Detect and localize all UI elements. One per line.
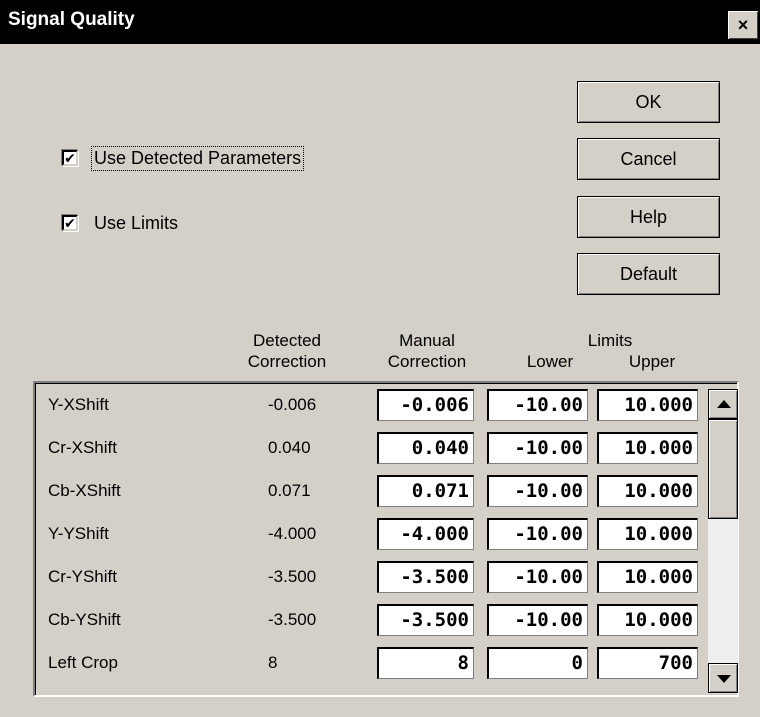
detected-value: 0.071 [268, 481, 311, 500]
ok-button[interactable]: OK [577, 81, 720, 123]
upper-limit-input[interactable]: 10.000 [597, 561, 698, 593]
scroll-up-button[interactable] [708, 389, 738, 419]
default-button[interactable]: Default [577, 253, 720, 295]
upper-limit-input[interactable]: 10.000 [597, 475, 698, 507]
lower-header: Lower [526, 352, 574, 371]
manual-correction-input[interactable]: -0.006 [377, 389, 474, 421]
arrow-down-icon [717, 675, 731, 683]
table-row: Cr-XShift 0.040 0.040 -10.00 10.000 [36, 427, 706, 470]
parameter-name: Cb-YShift [48, 610, 121, 629]
use-limits-checkbox[interactable]: ✔ [62, 215, 78, 231]
lower-limit-input[interactable]: -10.00 [487, 518, 588, 550]
manual-header: Manual Correction [362, 330, 492, 372]
manual-correction-input[interactable]: 0.071 [377, 475, 474, 507]
detected-header-line2: Correction [247, 352, 327, 371]
parameter-name: Y-YShift [48, 524, 109, 543]
checkmark-icon: ✔ [64, 215, 76, 231]
scroll-down-button[interactable] [708, 663, 738, 693]
table-row: Y-YShift -4.000 -4.000 -10.00 10.000 [36, 513, 706, 556]
arrow-up-icon [717, 400, 731, 408]
use-limits-label[interactable]: Use Limits [92, 212, 180, 235]
lower-limit-input[interactable]: 0 [487, 647, 588, 679]
manual-correction-input[interactable]: -4.000 [377, 518, 474, 550]
close-button[interactable]: × [728, 11, 758, 39]
use-detected-parameters-option[interactable]: ✔ Use Detected Parameters [62, 145, 305, 171]
parameter-name: Left Crop [48, 653, 118, 672]
manual-correction-input[interactable]: -3.500 [377, 561, 474, 593]
close-icon: × [737, 15, 749, 35]
table-row: Cr-YShift -3.500 -3.500 -10.00 10.000 [36, 556, 706, 599]
parameter-name: Cr-XShift [48, 438, 117, 457]
title-bar[interactable]: Signal Quality × [0, 0, 760, 44]
use-limits-option[interactable]: ✔ Use Limits [62, 211, 180, 235]
manual-header-line1: Manual [399, 331, 455, 350]
detected-header-line1: Detected [252, 331, 322, 350]
parameter-name: Cr-YShift [48, 567, 117, 586]
parameter-name: Y-XShift [48, 395, 109, 414]
table-row: Cb-XShift 0.071 0.071 -10.00 10.000 [36, 470, 706, 513]
parameters-grid: Y-XShift -0.006 -0.006 -10.00 10.000 Cr-… [33, 381, 739, 697]
signal-quality-dialog: Signal Quality × ✔ Use Detected Paramete… [0, 0, 760, 717]
detected-value: -3.500 [268, 567, 317, 586]
upper-limit-input[interactable]: 10.000 [597, 604, 698, 636]
parameter-name: Cb-XShift [48, 481, 121, 500]
detected-value: 0.040 [268, 438, 311, 457]
detected-value: -4.000 [268, 524, 317, 543]
manual-correction-input[interactable]: -3.500 [377, 604, 474, 636]
vertical-scrollbar[interactable] [708, 389, 738, 693]
manual-correction-input[interactable]: 8 [377, 647, 474, 679]
table-row: Cb-YShift -3.500 -3.500 -10.00 10.000 [36, 599, 706, 642]
upper-limit-input[interactable]: 10.000 [597, 518, 698, 550]
checkmark-icon: ✔ [64, 150, 76, 166]
manual-header-line2: Correction [387, 352, 467, 371]
use-detected-parameters-checkbox[interactable]: ✔ [62, 150, 78, 166]
table-row: Left Crop 8 8 0 700 [36, 642, 706, 685]
detected-value: -3.500 [268, 610, 317, 629]
detected-value: 8 [268, 653, 278, 672]
upper-limit-input[interactable]: 10.000 [597, 432, 698, 464]
scroll-thumb[interactable] [708, 419, 738, 519]
lower-limit-input[interactable]: -10.00 [487, 432, 588, 464]
cancel-button[interactable]: Cancel [577, 138, 720, 180]
lower-limit-input[interactable]: -10.00 [487, 561, 588, 593]
use-detected-parameters-label[interactable]: Use Detected Parameters [90, 145, 305, 171]
table-row: Y-XShift -0.006 -0.006 -10.00 10.000 [36, 384, 706, 427]
limits-header: Limits [587, 331, 633, 350]
help-button[interactable]: Help [577, 196, 720, 238]
detected-header: Detected Correction [222, 330, 352, 372]
upper-header: Upper [628, 352, 676, 371]
upper-limit-input[interactable]: 700 [597, 647, 698, 679]
window-title: Signal Quality [8, 9, 135, 30]
lower-limit-input[interactable]: -10.00 [487, 475, 588, 507]
detected-value: -0.006 [268, 395, 317, 414]
lower-limit-input[interactable]: -10.00 [487, 389, 588, 421]
lower-limit-input[interactable]: -10.00 [487, 604, 588, 636]
manual-correction-input[interactable]: 0.040 [377, 432, 474, 464]
upper-limit-input[interactable]: 10.000 [597, 389, 698, 421]
